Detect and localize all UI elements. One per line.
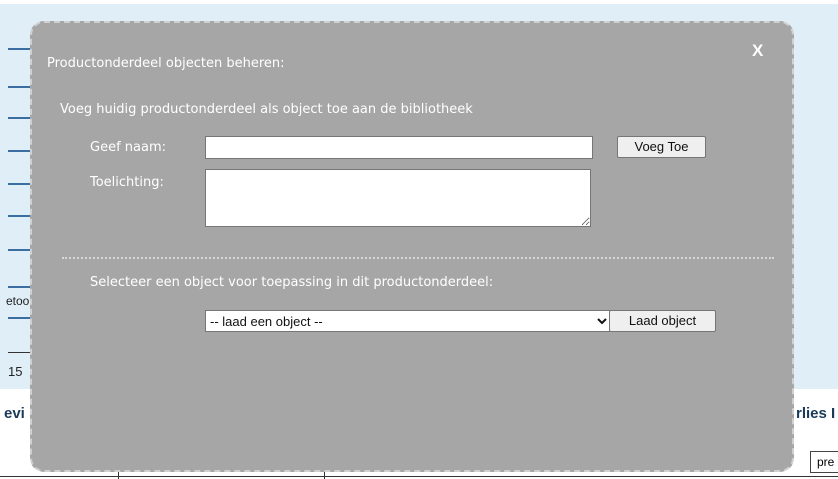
object-select[interactable]: -- laad een object -- — [205, 310, 611, 332]
background-menu-bar — [8, 48, 30, 50]
select-section-heading: Selecteer een object voor toepassing in … — [90, 275, 494, 290]
background-table-line — [0, 476, 838, 477]
background-divider — [8, 352, 30, 353]
object-management-dialog: Productonderdeel objecten beheren: X Voe… — [30, 21, 794, 472]
note-textarea[interactable] — [205, 169, 591, 227]
background-menu-bar — [8, 117, 30, 119]
background-text: etoo — [6, 294, 30, 308]
background-menu-bar — [8, 286, 30, 288]
background-menu-bar — [8, 150, 30, 152]
section-divider — [62, 257, 774, 259]
background-text: 15 — [8, 364, 23, 379]
background-button[interactable]: pre — [810, 451, 838, 473]
add-section-heading: Voeg huidig productonderdeel als object … — [60, 102, 473, 117]
note-label: Toelichting: — [90, 175, 164, 190]
background-menu-bar — [8, 183, 30, 185]
background-heading: evi — [4, 405, 25, 422]
background-menu-bar — [8, 215, 30, 217]
background-menu-bar — [8, 249, 30, 251]
dialog-title: Productonderdeel objecten beheren: — [47, 56, 285, 71]
close-button[interactable]: X — [752, 41, 763, 61]
background-menu-bar — [8, 317, 30, 319]
background-heading: rlies I — [796, 405, 836, 422]
load-object-button[interactable]: Laad object — [609, 310, 716, 332]
background-menu-bar — [8, 86, 30, 88]
name-input[interactable] — [205, 136, 593, 159]
name-label: Geef naam: — [90, 140, 166, 155]
add-object-button[interactable]: Voeg Toe — [617, 136, 706, 158]
